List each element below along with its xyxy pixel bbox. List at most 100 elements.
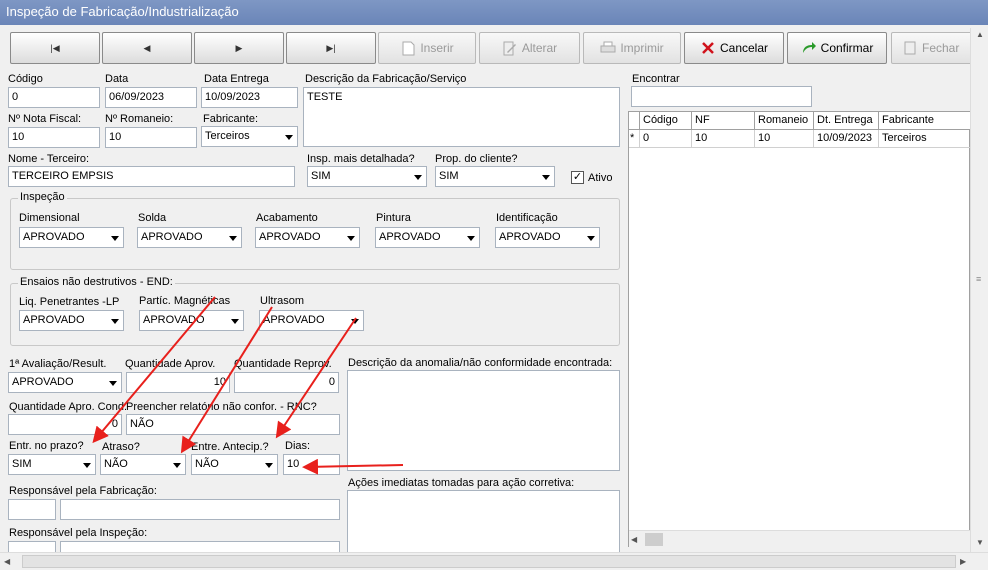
imprimir-button[interactable]: Imprimir bbox=[583, 32, 681, 64]
data-field[interactable]: 06/09/2023 bbox=[105, 87, 197, 108]
scrollbar-thumb[interactable] bbox=[645, 533, 663, 546]
window-horizontal-scrollbar[interactable]: ◀ ▶ bbox=[0, 552, 988, 570]
acabamento-label: Acabamento bbox=[256, 212, 318, 224]
identificacao-value: APROVADO bbox=[499, 231, 561, 243]
chevron-down-icon bbox=[347, 236, 355, 241]
atraso-label: Atraso? bbox=[102, 441, 140, 453]
acoes-textarea[interactable] bbox=[347, 490, 620, 560]
entr-antecip-select[interactable]: NÃO bbox=[191, 454, 278, 475]
column-header[interactable]: Dt. Entrega bbox=[814, 112, 879, 130]
chevron-down-icon bbox=[285, 135, 293, 140]
row-indicator[interactable]: * bbox=[629, 130, 640, 148]
table-cell[interactable]: Terceiros bbox=[879, 130, 971, 148]
acoes-label: Ações imediatas tomadas para ação corret… bbox=[348, 477, 575, 489]
data-entrega-label: Data Entrega bbox=[204, 73, 269, 85]
particulas-label: Partíc. Magnéticas bbox=[139, 295, 231, 307]
solda-select[interactable]: APROVADO bbox=[137, 227, 242, 248]
prop-cliente-value: SIM bbox=[439, 170, 459, 182]
chevron-down-icon bbox=[111, 319, 119, 324]
dias-field[interactable]: 10 bbox=[283, 454, 340, 475]
table-cell[interactable]: 10/09/2023 bbox=[814, 130, 879, 148]
end-group-title: Ensaios não destrutivos - END: bbox=[18, 276, 175, 288]
data-entrega-field[interactable]: 10/09/2023 bbox=[201, 87, 298, 108]
next-record-button[interactable]: ▶ bbox=[194, 32, 284, 64]
dimensional-select[interactable]: APROVADO bbox=[19, 227, 124, 248]
chevron-down-icon bbox=[109, 381, 117, 386]
qtd-reprov-label: Quantidade Reprov. bbox=[234, 358, 332, 370]
column-header[interactable]: Código bbox=[640, 112, 692, 130]
table-cell[interactable]: 0 bbox=[640, 130, 692, 148]
avaliacao-select[interactable]: APROVADO bbox=[8, 372, 122, 393]
entr-prazo-select[interactable]: SIM bbox=[8, 454, 96, 475]
encontrar-label: Encontrar bbox=[632, 73, 680, 85]
prop-cliente-label: Prop. do cliente? bbox=[435, 153, 518, 165]
pintura-value: APROVADO bbox=[379, 231, 441, 243]
confirm-arrow-icon bbox=[801, 40, 817, 56]
qtd-aprov-label: Quantidade Aprov. bbox=[125, 358, 216, 370]
dias-label: Dias: bbox=[285, 440, 311, 452]
column-header[interactable]: NF bbox=[692, 112, 755, 130]
solda-value: APROVADO bbox=[141, 231, 203, 243]
entr-prazo-label: Entr. no prazo? bbox=[9, 440, 84, 452]
insp-detalhada-value: SIM bbox=[311, 170, 331, 182]
scroll-right-icon[interactable]: ▶ bbox=[960, 557, 966, 566]
atraso-select[interactable]: NÃO bbox=[100, 454, 186, 475]
cancelar-button[interactable]: Cancelar bbox=[684, 32, 784, 64]
row-indicator-header bbox=[629, 112, 640, 130]
codigo-field[interactable]: 0 bbox=[8, 87, 100, 108]
alterar-button[interactable]: Alterar bbox=[479, 32, 580, 64]
pintura-select[interactable]: APROVADO bbox=[375, 227, 480, 248]
ativo-checkbox[interactable]: ✓ bbox=[571, 171, 584, 184]
qtd-apro-cond-field[interactable]: 0 bbox=[8, 414, 122, 435]
nota-fiscal-field[interactable]: 10 bbox=[8, 127, 100, 148]
entr-antecip-label: Entre. Antecip.? bbox=[191, 441, 269, 453]
resp-fabricacao-code-field[interactable] bbox=[8, 499, 56, 520]
chevron-down-icon bbox=[229, 236, 237, 241]
ultrasom-select[interactable]: APROVADO bbox=[259, 310, 364, 331]
scroll-up-icon[interactable]: ▲ bbox=[976, 30, 984, 39]
column-header[interactable]: Fabricante bbox=[879, 112, 971, 130]
scroll-left-icon[interactable]: ◀ bbox=[631, 535, 637, 544]
romaneio-label: Nº Romaneio: bbox=[105, 113, 174, 125]
table-cell[interactable]: 10 bbox=[755, 130, 814, 148]
alterar-label: Alterar bbox=[521, 41, 558, 55]
encontrar-input[interactable] bbox=[631, 86, 812, 107]
grid-horizontal-scrollbar[interactable]: ◀ bbox=[629, 530, 970, 547]
avaliacao-value: APROVADO bbox=[12, 376, 74, 388]
table-cell[interactable]: 10 bbox=[692, 130, 755, 148]
inserir-label: Inserir bbox=[420, 41, 454, 55]
chevron-down-icon bbox=[351, 319, 359, 324]
window-vertical-scrollbar[interactable]: ▲ ≡ ▼ bbox=[970, 28, 988, 552]
window-title: Inspeção de Fabricação/Industrialização bbox=[0, 0, 988, 25]
identificacao-select[interactable]: APROVADO bbox=[495, 227, 600, 248]
anomalia-textarea[interactable] bbox=[347, 370, 620, 471]
scroll-down-icon[interactable]: ▼ bbox=[976, 538, 984, 547]
column-header[interactable]: Romaneio bbox=[755, 112, 814, 130]
rnc-field[interactable]: NÃO bbox=[126, 414, 340, 435]
acabamento-select[interactable]: APROVADO bbox=[255, 227, 360, 248]
descricao-textarea[interactable]: TESTE bbox=[303, 87, 620, 147]
particulas-select[interactable]: APROVADO bbox=[139, 310, 244, 331]
scrollbar-thumb[interactable] bbox=[22, 555, 956, 568]
last-record-button[interactable]: ▶| bbox=[286, 32, 376, 64]
acabamento-value: APROVADO bbox=[259, 231, 321, 243]
qtd-aprov-field[interactable]: 10 bbox=[126, 372, 230, 393]
first-icon: |◀ bbox=[50, 42, 60, 53]
prev-record-button[interactable]: ◀ bbox=[102, 32, 192, 64]
edit-icon bbox=[502, 40, 518, 56]
first-record-button[interactable]: |◀ bbox=[10, 32, 100, 64]
fabricante-select[interactable]: Terceiros bbox=[201, 126, 298, 147]
prop-cliente-select[interactable]: SIM bbox=[435, 166, 555, 187]
inserir-button[interactable]: Inserir bbox=[378, 32, 476, 64]
qtd-reprov-field[interactable]: 0 bbox=[234, 372, 339, 393]
nome-terceiro-field[interactable]: TERCEIRO EMPSIS bbox=[8, 166, 295, 187]
atraso-value: NÃO bbox=[104, 458, 128, 470]
resp-fabricacao-name-field[interactable] bbox=[60, 499, 340, 520]
romaneio-field[interactable]: 10 bbox=[105, 127, 197, 148]
scroll-left-icon[interactable]: ◀ bbox=[4, 557, 10, 566]
confirmar-button[interactable]: Confirmar bbox=[787, 32, 887, 64]
confirmar-label: Confirmar bbox=[820, 41, 874, 55]
insp-detalhada-select[interactable]: SIM bbox=[307, 166, 427, 187]
liq-select[interactable]: APROVADO bbox=[19, 310, 124, 331]
chevron-down-icon bbox=[587, 236, 595, 241]
